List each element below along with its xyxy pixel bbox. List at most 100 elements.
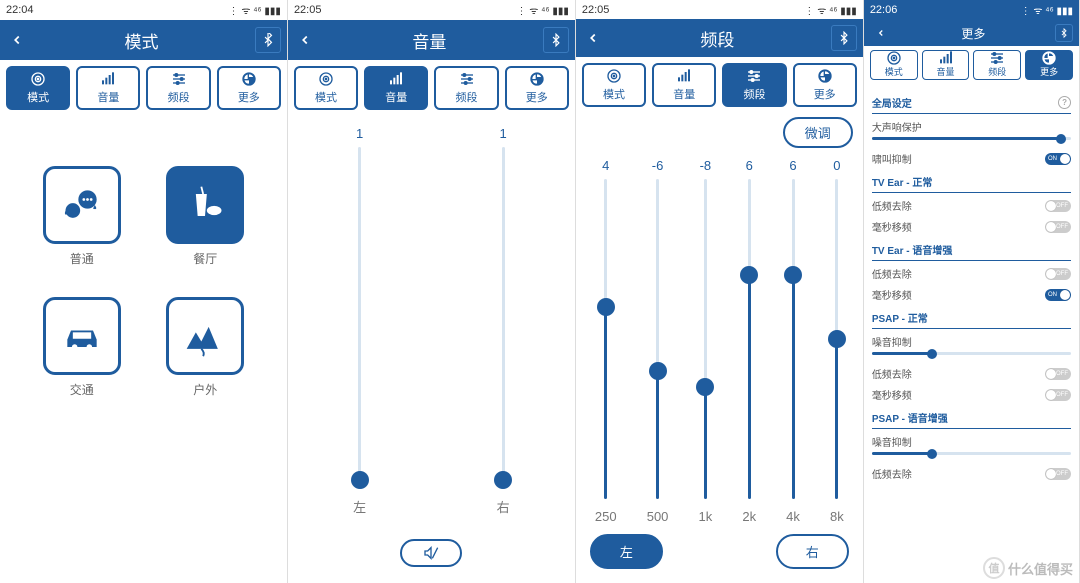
finetune-button[interactable]: 微调 bbox=[783, 117, 853, 148]
bluetooth-icon[interactable] bbox=[543, 27, 569, 53]
screen-eq: 22:05 ⋮ ᯤ ⁴⁶ ▮▮▮ 频段 模式音量频段更多 微调 4250-650… bbox=[576, 0, 864, 583]
toggle[interactable]: OFF bbox=[1045, 200, 1071, 212]
slider-thumb[interactable] bbox=[351, 471, 369, 489]
slider-track[interactable] bbox=[704, 179, 707, 499]
mode-button[interactable] bbox=[43, 166, 121, 244]
section-header: 全局设定? bbox=[872, 92, 1071, 114]
slider-thumb[interactable] bbox=[649, 362, 667, 380]
tab-3[interactable]: 更多 bbox=[505, 66, 569, 110]
left-ear-button[interactable]: 左 bbox=[590, 534, 663, 569]
mode-label: 普通 bbox=[70, 250, 94, 267]
slider-track[interactable] bbox=[792, 179, 795, 499]
tab-bar: 模式音量频段更多 bbox=[288, 60, 575, 116]
tab-0[interactable]: 模式 bbox=[582, 63, 646, 107]
toggle[interactable]: OFF bbox=[1045, 368, 1071, 380]
section-title: PSAP - 正常 bbox=[872, 310, 928, 325]
mute-button[interactable] bbox=[400, 539, 462, 567]
tab-0[interactable]: 模式 bbox=[870, 50, 918, 80]
status-bar: 22:05 ⋮ ᯤ ⁴⁶ ▮▮▮ bbox=[576, 0, 863, 19]
toggle[interactable]: OFF bbox=[1045, 268, 1071, 280]
slider-track[interactable] bbox=[358, 147, 361, 487]
status-bar: 22:06 ⋮ ᯤ ⁴⁶ ▮▮▮ bbox=[864, 0, 1079, 20]
help-icon[interactable]: ? bbox=[1058, 96, 1071, 109]
tab-0[interactable]: 模式 bbox=[6, 66, 70, 110]
tab-label: 更多 bbox=[1040, 65, 1058, 78]
slider-track[interactable] bbox=[656, 179, 659, 499]
right-ear-button[interactable]: 右 bbox=[776, 534, 849, 569]
slider-value: -8 bbox=[700, 158, 712, 173]
tab-0[interactable]: 模式 bbox=[294, 66, 358, 110]
toggle[interactable]: ON bbox=[1045, 153, 1071, 165]
tab-3[interactable]: 更多 bbox=[1025, 50, 1073, 80]
tab-label: 更多 bbox=[238, 89, 260, 105]
mode-button[interactable] bbox=[43, 297, 121, 375]
tab-3[interactable]: 更多 bbox=[793, 63, 857, 107]
bluetooth-icon[interactable] bbox=[1055, 24, 1073, 42]
setting-toggle-row: 毫秒移频OFF bbox=[872, 214, 1071, 235]
bluetooth-icon[interactable] bbox=[255, 27, 281, 53]
slider-track[interactable] bbox=[748, 179, 751, 499]
tab-3[interactable]: 更多 bbox=[217, 66, 281, 110]
slider-thumb[interactable] bbox=[696, 378, 714, 396]
slider-track[interactable] bbox=[604, 179, 607, 499]
slider-thumb[interactable] bbox=[740, 266, 758, 284]
status-icons: ⋮ ᯤ ⁴⁶ ▮▮▮ bbox=[516, 3, 568, 17]
h-thumb[interactable] bbox=[1056, 134, 1066, 144]
h-slider[interactable] bbox=[872, 137, 1071, 140]
h-thumb[interactable] bbox=[927, 349, 937, 359]
tab-1[interactable]: 音量 bbox=[922, 50, 970, 80]
toggle[interactable]: ON bbox=[1045, 289, 1071, 301]
tab-1[interactable]: 音量 bbox=[76, 66, 140, 110]
slider-thumb[interactable] bbox=[784, 266, 802, 284]
slider-thumb[interactable] bbox=[597, 298, 615, 316]
h-slider[interactable] bbox=[872, 352, 1071, 355]
eq-bottom: 左 右 bbox=[576, 524, 863, 583]
tab-1[interactable]: 音量 bbox=[652, 63, 716, 107]
mode-button[interactable] bbox=[166, 166, 244, 244]
toggle[interactable]: OFF bbox=[1045, 468, 1071, 480]
toggle[interactable]: OFF bbox=[1045, 221, 1071, 233]
vslider: 08k bbox=[830, 158, 844, 524]
setting-toggle-row: 毫秒移频OFF bbox=[872, 382, 1071, 403]
header: 模式 bbox=[0, 20, 287, 60]
status-bar: 22:05 ⋮ ᯤ ⁴⁶ ▮▮▮ bbox=[288, 0, 575, 20]
tab-label: 模式 bbox=[885, 65, 903, 78]
back-button[interactable] bbox=[6, 29, 28, 51]
page-title: 音量 bbox=[316, 28, 543, 53]
slider-thumb[interactable] bbox=[828, 330, 846, 348]
tab-label: 频段 bbox=[988, 65, 1006, 78]
eq-sliders: 4250-6500-81k62k64k08k bbox=[576, 152, 863, 524]
tab-2[interactable]: 频段 bbox=[973, 50, 1021, 80]
vslider: 1左 bbox=[353, 126, 366, 527]
slider-track[interactable] bbox=[835, 179, 838, 499]
section-header: PSAP - 语音增强 bbox=[872, 407, 1071, 429]
slider-thumb[interactable] bbox=[494, 471, 512, 489]
eq-area: 微调 4250-6500-81k62k64k08k 左 右 bbox=[576, 113, 863, 583]
volume-area: 1左 1 右 bbox=[288, 116, 575, 583]
bluetooth-icon[interactable] bbox=[831, 25, 857, 51]
page-title: 模式 bbox=[28, 28, 255, 53]
header: 频段 bbox=[576, 19, 863, 57]
back-button[interactable] bbox=[582, 27, 604, 49]
back-button[interactable] bbox=[294, 29, 316, 51]
tab-2[interactable]: 频段 bbox=[146, 66, 210, 110]
h-slider[interactable] bbox=[872, 452, 1071, 455]
slider-label: 右 bbox=[497, 497, 510, 516]
slider-value: 1 bbox=[500, 126, 507, 141]
toggle[interactable]: OFF bbox=[1045, 389, 1071, 401]
setting-label: 低频去除 bbox=[872, 366, 912, 381]
status-bar: 22:04 ⋮ ᯤ ⁴⁶ ▮▮▮ bbox=[0, 0, 287, 20]
settings-list[interactable]: 全局设定?大声响保护啸叫抑制ONTV Ear - 正常低频去除OFF毫秒移频OF… bbox=[864, 84, 1079, 583]
mode-label: 户外 bbox=[193, 381, 217, 398]
tab-2[interactable]: 频段 bbox=[434, 66, 498, 110]
page-title: 更多 bbox=[892, 25, 1055, 42]
tab-2[interactable]: 频段 bbox=[722, 63, 786, 107]
h-thumb[interactable] bbox=[927, 449, 937, 459]
tab-1[interactable]: 音量 bbox=[364, 66, 428, 110]
setting-label: 毫秒移频 bbox=[872, 287, 912, 302]
mode-button[interactable] bbox=[166, 297, 244, 375]
time: 22:06 bbox=[870, 4, 898, 16]
slider-track[interactable] bbox=[502, 147, 505, 487]
tab-label: 模式 bbox=[27, 89, 49, 105]
back-button[interactable] bbox=[870, 22, 892, 44]
